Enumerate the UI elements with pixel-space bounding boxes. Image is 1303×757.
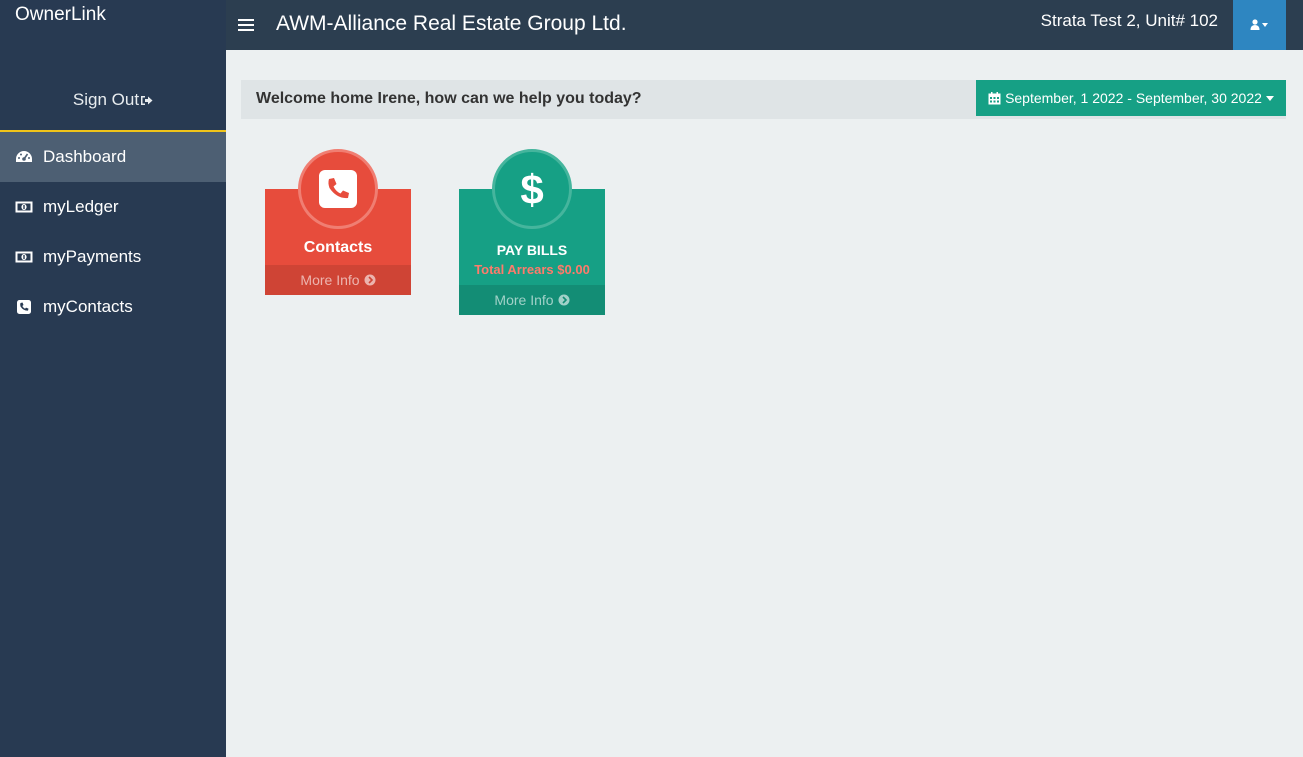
phone-icon xyxy=(319,170,357,208)
sidebar-item-label: myContacts xyxy=(43,297,133,316)
money-icon xyxy=(15,199,33,215)
pay-bills-tile[interactable]: PAY BILLS Total Arrears $0.00 More Info … xyxy=(459,149,605,315)
svg-text:$: $ xyxy=(520,167,543,211)
sidebar-item-mypayments[interactable]: myPayments xyxy=(0,232,226,282)
dollar-icon: $ xyxy=(520,167,543,211)
pay-bills-more-info-link[interactable]: More Info xyxy=(459,285,605,315)
dashboard-icon xyxy=(15,149,33,165)
calendar-icon xyxy=(988,91,1001,104)
total-arrears-label: Total Arrears $0.00 xyxy=(474,262,590,277)
company-name: AWM-Alliance Real Estate Group Ltd. xyxy=(276,12,627,35)
menu-toggle-icon[interactable] xyxy=(238,14,254,36)
sign-out-link[interactable]: Sign Out xyxy=(0,50,226,132)
pay-bills-circle: $ xyxy=(492,149,572,229)
contacts-tile-title: Contacts xyxy=(303,239,373,256)
user-icon xyxy=(1250,19,1268,30)
sidebar-item-dashboard[interactable]: Dashboard xyxy=(0,132,226,182)
sidebar-item-label: Dashboard xyxy=(43,147,127,166)
money-icon xyxy=(15,249,33,265)
sidebar-item-mycontacts[interactable]: myContacts xyxy=(0,282,226,332)
date-range-label: September, 1 2022 - September, 30 2022 xyxy=(1005,90,1262,106)
chevron-down-icon xyxy=(1265,95,1274,101)
user-menu-button[interactable] xyxy=(1233,0,1286,50)
welcome-message: Welcome home Irene, how can we help you … xyxy=(256,90,642,107)
more-info-label: More Info xyxy=(494,292,554,308)
sign-out-label: Sign Out xyxy=(72,90,140,109)
top-navbar: OwnerLink AWM-Alliance Real Estate Group… xyxy=(0,0,1303,50)
contacts-circle xyxy=(298,149,378,229)
pay-bills-title: PAY BILLS xyxy=(496,242,568,258)
arrow-circle-right-icon xyxy=(364,274,376,286)
contacts-tile[interactable]: Contacts More Info xyxy=(265,149,411,295)
sidebar-item-label: myLedger xyxy=(43,197,119,216)
brand-logo[interactable]: OwnerLink xyxy=(0,0,226,50)
sidebar: Sign Out Dashboard myLedger myPayments m… xyxy=(0,50,226,757)
more-info-label: More Info xyxy=(300,272,360,288)
contacts-more-info-link[interactable]: More Info xyxy=(265,265,411,295)
sidebar-item-label: myPayments xyxy=(43,247,142,266)
unit-label: Strata Test 2, Unit# 102 xyxy=(1040,11,1218,30)
phone-icon xyxy=(15,299,33,315)
sign-out-icon xyxy=(141,96,153,105)
sidebar-nav: Dashboard myLedger myPayments myContacts xyxy=(0,132,226,332)
date-range-picker[interactable]: September, 1 2022 - September, 30 2022 xyxy=(976,80,1286,116)
welcome-bar: Welcome home Irene, how can we help you … xyxy=(241,80,1286,119)
sidebar-item-myledger[interactable]: myLedger xyxy=(0,182,226,232)
arrow-circle-right-icon xyxy=(558,294,570,306)
